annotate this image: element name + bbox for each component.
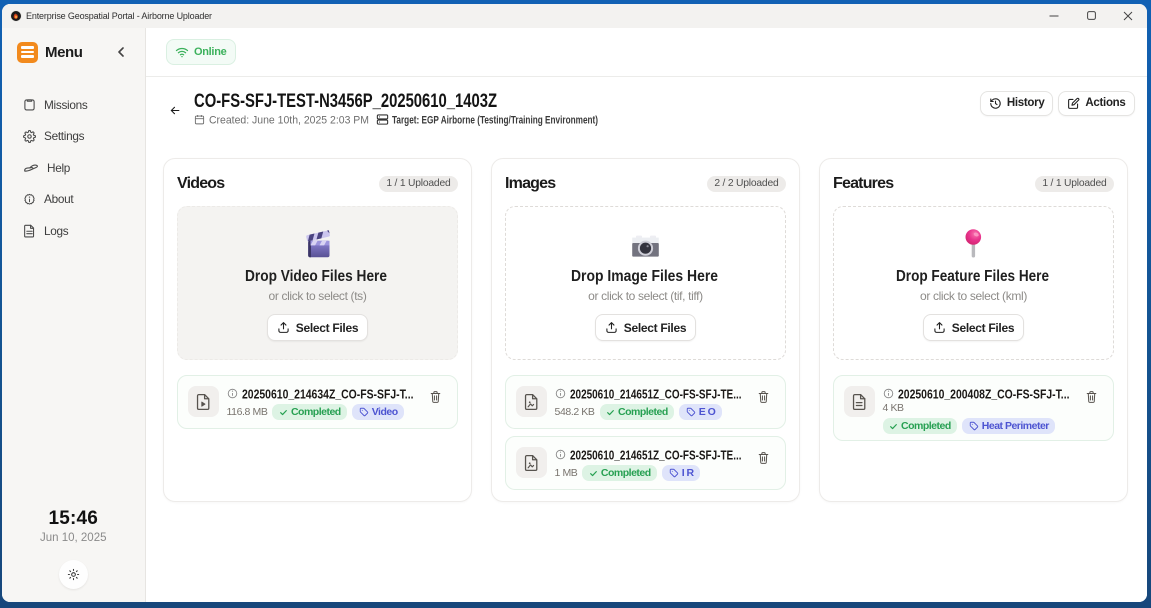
svg-text:Drop Image Files Here: Drop Image Files Here [571, 268, 718, 285]
svg-text:CO-FS-SFJ-TEST-N3456P_20250610: CO-FS-SFJ-TEST-N3456P_20250610_1403Z [194, 91, 497, 112]
svg-text:20250610_214651Z_CO-FS-SFJ-TE.: 20250610_214651Z_CO-FS-SFJ-TE... [570, 449, 742, 463]
svg-text:20250610_214651Z_CO-FS-SFJ-TE.: 20250610_214651Z_CO-FS-SFJ-TE... [570, 388, 742, 402]
svg-text:Drop Video Files Here: Drop Video Files Here [245, 268, 387, 285]
svg-text:20250610_214634Z_CO-FS-SFJ-T..: 20250610_214634Z_CO-FS-SFJ-T... [242, 388, 414, 402]
svg-text:20250610_200408Z_CO-FS-SFJ-T..: 20250610_200408Z_CO-FS-SFJ-T... [898, 388, 1070, 402]
svg-text:Target: EGP Airborne (Testing/: Target: EGP Airborne (Testing/Training E… [392, 114, 598, 126]
svg-text:Drop Feature Files Here: Drop Feature Files Here [896, 268, 1049, 285]
svg-text:Created: June 10th, 2025 2:03: Created: June 10th, 2025 2:03 PM [209, 114, 369, 126]
